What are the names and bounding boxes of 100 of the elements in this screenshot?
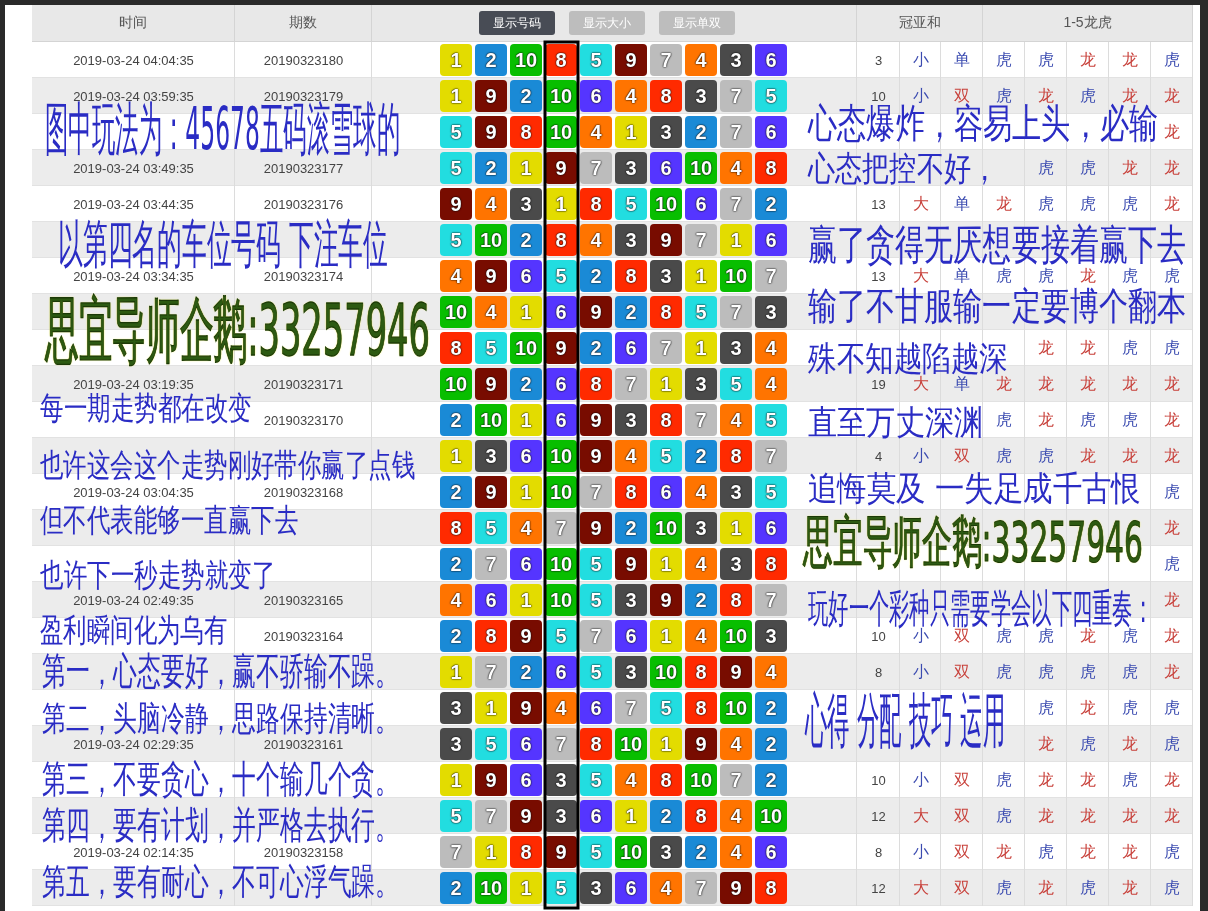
number-tile: 4 (720, 800, 752, 832)
number-tile: 2 (440, 548, 472, 580)
dragon-tiger-cell-text: 虎 (1038, 626, 1054, 646)
display-toggle-button[interactable]: 显示大小 (569, 11, 645, 35)
number-tile: 6 (650, 152, 682, 184)
number-tile: 5 (685, 296, 717, 328)
number-tile: 8 (720, 440, 752, 472)
number-tile: 9 (615, 44, 647, 76)
time-cell: 2019-03-24 02:29:35 (73, 736, 194, 752)
annotation-text: 第五，要有耐心，不可心浮气躁。 (42, 864, 399, 900)
dragon-tiger-cell-text: 虎 (1038, 49, 1054, 70)
sum-cell: 8 (874, 844, 883, 860)
size-cell-text: 大 (912, 805, 929, 826)
dragon-tiger-cell-text: 龙 (1122, 877, 1138, 898)
number-tile: 4 (475, 188, 507, 220)
number-tile: 8 (580, 188, 612, 220)
size-cell-text: 大 (912, 374, 929, 394)
dragon-tiger-cell-text: 龙 (1038, 769, 1054, 790)
number-tile: 2 (615, 296, 647, 328)
number-tile: 7 (685, 872, 717, 904)
number-tile: 5 (580, 584, 612, 616)
display-toggle-button[interactable]: 显示单双 (659, 11, 735, 35)
dragon-tiger-cell-text: 龙 (1122, 733, 1138, 754)
dragon-tiger-cell-text: 龙 (1122, 841, 1138, 862)
number-tile: 3 (545, 800, 577, 832)
contact-overlay-text: 思宜导师企鹅:33257946 (45, 295, 430, 367)
number-tile: 1 (650, 728, 682, 760)
number-tile: 4 (755, 656, 787, 688)
dragon-tiger-cell-text: 龙 (1164, 661, 1180, 682)
number-tile: 6 (755, 512, 787, 544)
sum-cell: 13 (871, 196, 886, 212)
time-cell: 2019-03-24 03:34:35 (73, 268, 194, 284)
number-tile: 6 (580, 80, 612, 112)
number-tile: 1 (545, 188, 577, 220)
time-cell: 2019-03-24 04:04:35 (73, 52, 194, 68)
number-tile: 8 (650, 764, 682, 796)
number-tile: 3 (720, 44, 752, 76)
number-tile: 1 (475, 692, 507, 724)
number-tile: 8 (545, 44, 577, 76)
number-tile: 3 (615, 224, 647, 256)
dragon-tiger-cell-text: 龙 (996, 374, 1012, 394)
number-tile: 5 (650, 692, 682, 724)
sum-cell: 13 (871, 268, 886, 284)
number-tile: 3 (615, 152, 647, 184)
number-tile: 8 (685, 656, 717, 688)
parity-cell-text: 双 (954, 769, 970, 790)
number-tile: 3 (720, 548, 752, 580)
dragon-tiger-cell-text: 龙 (1164, 805, 1180, 826)
annotation-text: 心态爆炸，容易上头，必输 (808, 104, 1158, 144)
number-tile: 10 (440, 296, 472, 328)
number-tile: 9 (720, 656, 752, 688)
number-tile: 5 (475, 332, 507, 364)
number-tile: 4 (720, 152, 752, 184)
number-tile: 10 (720, 692, 752, 724)
dragon-tiger-cell-text: 虎 (1080, 85, 1096, 106)
number-tile: 2 (685, 584, 717, 616)
annotation-text: 直至万丈深渊 (808, 406, 983, 440)
dragon-tiger-cell-text: 虎 (996, 661, 1012, 682)
dragon-tiger-cell-text: 龙 (1080, 697, 1096, 718)
number-tile: 5 (545, 620, 577, 652)
annotation-text: 但不代表能够一直赢下去 (40, 505, 298, 537)
number-tile: 4 (545, 692, 577, 724)
number-tile: 1 (685, 260, 717, 292)
dragon-tiger-cell-text: 虎 (1164, 841, 1180, 862)
number-tile: 8 (615, 476, 647, 508)
number-tile: 9 (510, 692, 542, 724)
annotation-text: 殊不知越陷越深 (808, 342, 1008, 376)
number-tile: 3 (615, 584, 647, 616)
number-tile: 3 (580, 872, 612, 904)
number-tile: 10 (685, 764, 717, 796)
number-tile: 3 (755, 620, 787, 652)
number-tile: 7 (475, 800, 507, 832)
number-tile: 10 (545, 584, 577, 616)
number-tile: 8 (650, 404, 682, 436)
number-tile: 5 (475, 728, 507, 760)
number-tile: 7 (615, 368, 647, 400)
dragon-tiger-cell-text: 虎 (1164, 265, 1180, 286)
number-tile: 9 (510, 800, 542, 832)
number-tile: 9 (580, 512, 612, 544)
size-cell-text: 小 (912, 49, 929, 70)
number-tile: 1 (510, 476, 542, 508)
time-cell: 2019-03-24 02:14:35 (73, 844, 194, 860)
display-toggle-button[interactable]: 显示号码 (479, 11, 555, 35)
number-tile: 6 (755, 836, 787, 868)
number-tile: 1 (510, 296, 542, 328)
number-tile: 4 (685, 620, 717, 652)
number-tile: 7 (650, 332, 682, 364)
dragon-tiger-cell-text: 虎 (996, 265, 1012, 286)
number-tile: 2 (755, 764, 787, 796)
number-tile: 9 (475, 764, 507, 796)
number-tile: 8 (440, 512, 472, 544)
dragon-tiger-cell-text: 龙 (1080, 841, 1096, 862)
number-tile: 3 (615, 656, 647, 688)
number-tile: 4 (580, 116, 612, 148)
number-tile: 7 (685, 404, 717, 436)
number-tile: 3 (650, 116, 682, 148)
number-tile: 10 (545, 548, 577, 580)
dragon-tiger-cell-text: 龙 (1080, 769, 1096, 790)
number-tile: 5 (580, 656, 612, 688)
number-tile: 6 (650, 476, 682, 508)
